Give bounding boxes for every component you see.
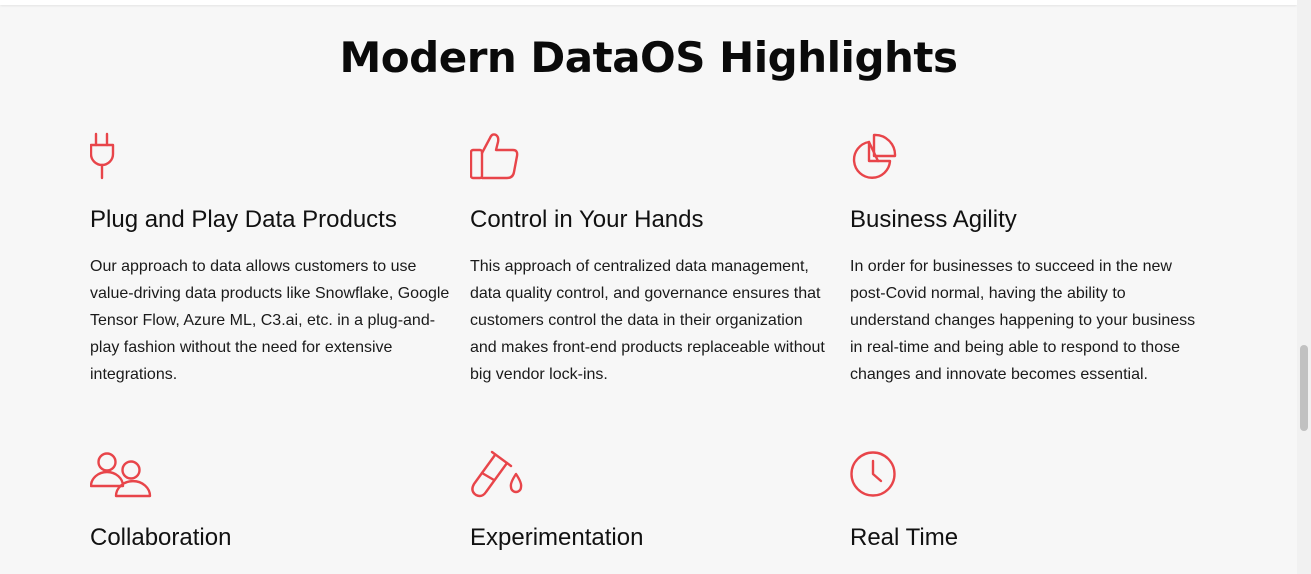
section-title: Modern DataOS Highlights — [339, 33, 958, 82]
feature-title: Business Agility — [850, 206, 1017, 233]
test-tube-icon — [470, 450, 534, 500]
clock-icon — [850, 450, 914, 500]
pie-chart-icon — [850, 132, 914, 182]
feature-title: Control in Your Hands — [470, 206, 704, 233]
thumbs-up-icon — [470, 132, 534, 182]
feature-title: Real Time — [850, 524, 959, 551]
feature-description: This approach of centralized data manage… — [470, 258, 825, 383]
feature-description: Our approach to data allows customers to… — [90, 258, 450, 383]
feature-title: Plug and Play Data Products — [90, 206, 397, 233]
plug-icon — [90, 132, 154, 182]
header-edge — [0, 0, 1297, 5]
feature-title: Collaboration — [90, 524, 232, 551]
feature-description: In order for businesses to succeed in th… — [850, 258, 1196, 383]
page-scrollbar[interactable] — [1297, 0, 1311, 574]
feature-title: Experimentation — [470, 524, 644, 551]
users-icon — [90, 450, 154, 500]
scrollbar-thumb[interactable] — [1300, 345, 1308, 431]
